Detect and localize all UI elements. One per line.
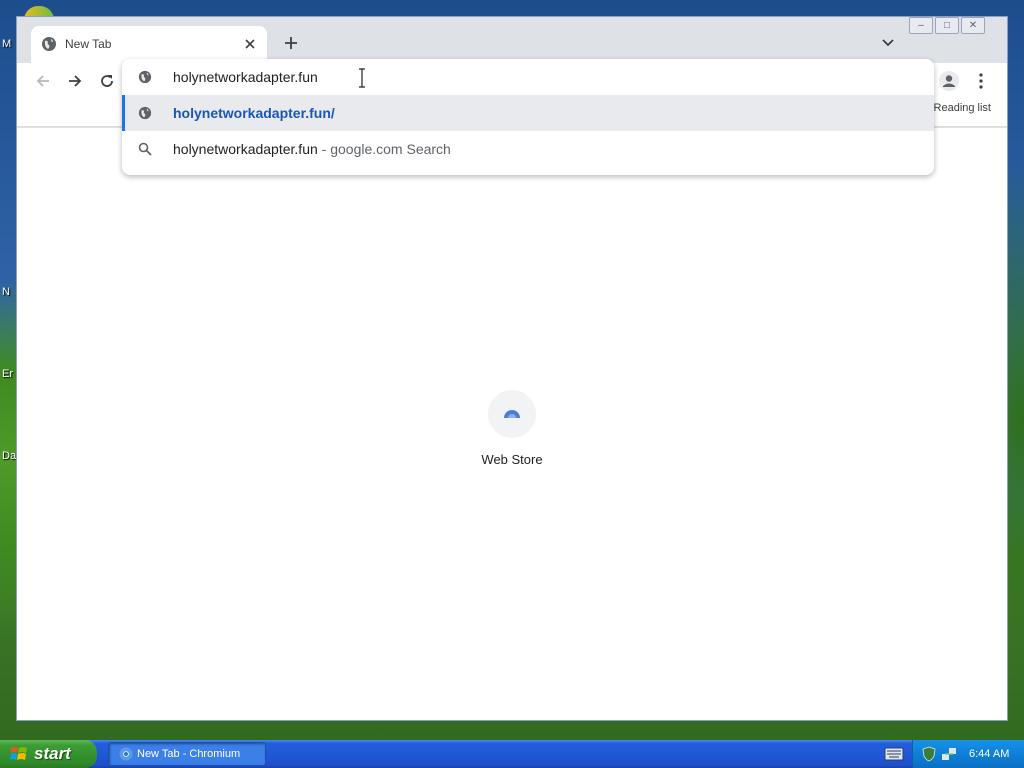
suggestion-engine: google.com Search [330, 141, 451, 157]
back-button[interactable] [29, 67, 57, 95]
suggestion-separator: - [317, 141, 331, 157]
suggestion-query: holynetworkadapter.fun [173, 141, 318, 157]
tab-search-button[interactable] [877, 32, 899, 54]
shortcut-label: Web Store [481, 452, 543, 467]
reload-icon [101, 75, 113, 87]
chromium-icon [119, 747, 133, 761]
text-cursor-icon [358, 68, 366, 88]
shield-icon[interactable] [921, 746, 937, 762]
tab-new-tab[interactable]: New Tab [31, 26, 267, 63]
desktop-icon-label[interactable]: N [2, 286, 10, 298]
desktop-icon-label[interactable]: Er [2, 368, 13, 380]
kebab-menu-icon [979, 73, 983, 89]
globe-icon [137, 69, 153, 85]
taskbar-item-chromium[interactable]: New Tab - Chromium [108, 742, 266, 766]
taskbar: start New Tab - Chromium 6:44 AM [0, 740, 1024, 768]
plus-icon [285, 37, 297, 49]
title-bar[interactable]: New Tab – □ ✕ [17, 17, 1007, 63]
tab-close-button[interactable] [241, 35, 259, 53]
maximize-button[interactable]: □ [935, 17, 959, 34]
desktop-icon-label[interactable]: M [2, 38, 11, 50]
search-icon [137, 141, 153, 157]
windows-logo-icon [10, 747, 27, 760]
reload-button[interactable] [93, 67, 121, 95]
suggestion-search[interactable]: holynetworkadapter.fun - google.com Sear… [122, 131, 934, 167]
omnibox-dropdown: holynetworkadapter.fun holynetworkadapte… [122, 59, 934, 175]
network-icon[interactable] [941, 746, 957, 762]
window-controls: – □ ✕ [909, 17, 985, 35]
close-window-button[interactable]: ✕ [961, 17, 985, 34]
clock: 6:44 AM [969, 748, 1010, 760]
arrow-right-icon [69, 75, 82, 87]
keyboard-icon[interactable] [884, 747, 904, 761]
chevron-down-icon [882, 39, 894, 47]
new-tab-button[interactable] [279, 31, 303, 55]
tab-title: New Tab [65, 37, 112, 51]
globe-icon [41, 36, 57, 52]
new-tab-page: Web Store [17, 128, 1007, 720]
menu-button[interactable] [969, 67, 993, 95]
close-icon [245, 39, 255, 49]
shortcut-icon-circle [488, 390, 536, 438]
reading-list-button[interactable]: Reading list [934, 102, 991, 114]
web-store-icon [504, 410, 520, 418]
taskbar-item-label: New Tab - Chromium [137, 748, 241, 760]
shortcut-web-store[interactable]: Web Store [472, 390, 552, 467]
start-label: start [34, 744, 71, 763]
system-tray: 6:44 AM [912, 740, 1024, 768]
suggestion-url[interactable]: holynetworkadapter.fun/ [122, 95, 934, 131]
suggestion-url-text: holynetworkadapter.fun/ [173, 105, 335, 121]
profile-button[interactable] [935, 67, 963, 95]
address-input[interactable]: holynetworkadapter.fun [173, 69, 318, 85]
desktop-icon-label[interactable]: Da [2, 450, 16, 462]
minimize-button[interactable]: – [909, 17, 933, 34]
start-button[interactable]: start [0, 740, 97, 768]
forward-button[interactable] [61, 67, 89, 95]
arrow-left-icon [36, 75, 49, 87]
avatar-icon [939, 71, 959, 91]
address-bar[interactable]: holynetworkadapter.fun [122, 59, 934, 95]
suggestion-search-text: holynetworkadapter.fun - google.com Sear… [173, 141, 451, 157]
globe-icon [137, 105, 153, 121]
